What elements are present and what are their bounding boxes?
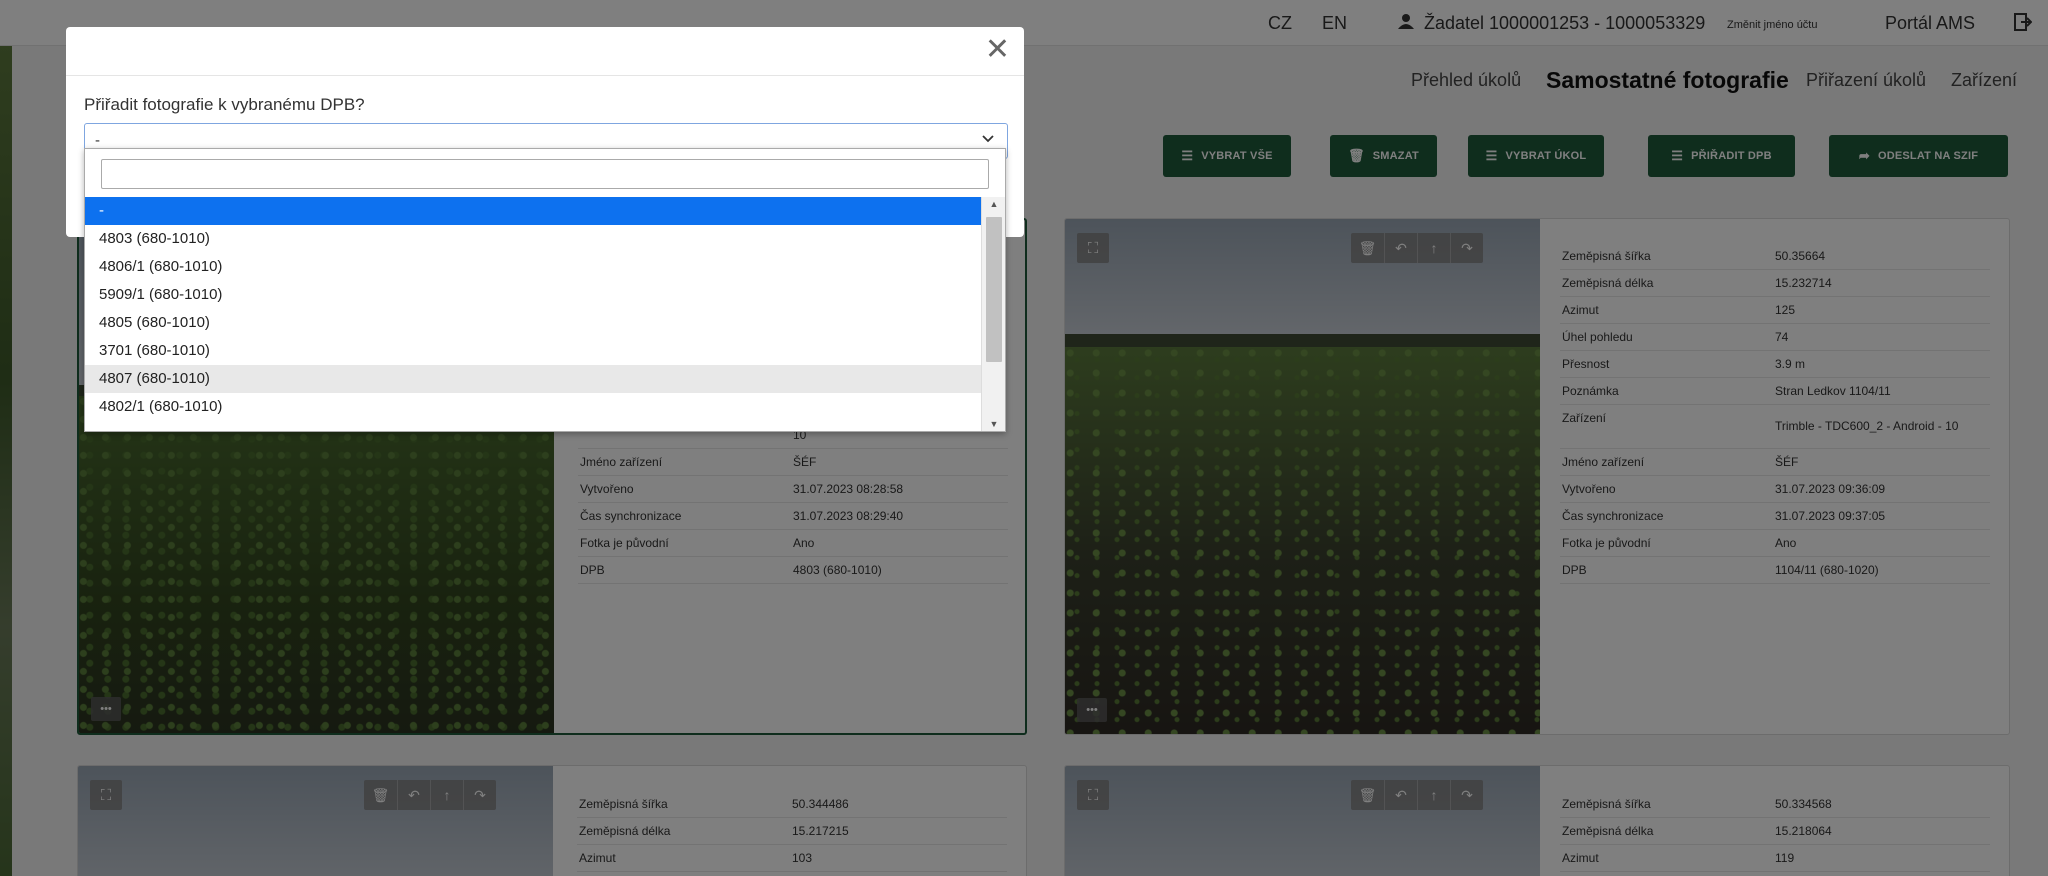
dpb-option[interactable]: 5909/1 (680-1010) bbox=[85, 281, 981, 309]
modal-question: Přiřadit fotografie k vybranému DPB? bbox=[84, 95, 365, 114]
scroll-down-icon[interactable]: ▼ bbox=[982, 419, 1006, 429]
dpb-option[interactable]: 4803 (680-1010) bbox=[85, 225, 981, 253]
dpb-option[interactable]: 3701 (680-1010) bbox=[85, 337, 981, 365]
dpb-option[interactable]: 4806/1 (680-1010) bbox=[85, 253, 981, 281]
dpb-option[interactable]: 4802/1 (680-1010) bbox=[85, 393, 981, 421]
dpb-option[interactable]: 4807 (680-1010) bbox=[85, 365, 981, 393]
dpb-select-value: - bbox=[95, 132, 100, 149]
dpb-option[interactable]: - bbox=[85, 197, 981, 225]
modal-header: ✕ bbox=[66, 27, 1024, 76]
dpb-search-input[interactable] bbox=[101, 159, 989, 189]
dpb-options-list: - 4803 (680-1010) 4806/1 (680-1010) 5909… bbox=[85, 197, 981, 431]
dropdown-scrollbar[interactable]: ▲ ▼ bbox=[981, 197, 1005, 431]
scroll-up-icon[interactable]: ▲ bbox=[982, 199, 1006, 209]
chevron-down-icon bbox=[981, 131, 995, 149]
scrollbar-thumb[interactable] bbox=[986, 217, 1002, 362]
dpb-option[interactable]: 4805 (680-1010) bbox=[85, 309, 981, 337]
page: { "topbar": { "lang_cz": "CZ", "lang_en"… bbox=[0, 0, 2048, 876]
close-icon[interactable]: ✕ bbox=[985, 33, 1010, 67]
dpb-dropdown: - 4803 (680-1010) 4806/1 (680-1010) 5909… bbox=[84, 148, 1006, 432]
